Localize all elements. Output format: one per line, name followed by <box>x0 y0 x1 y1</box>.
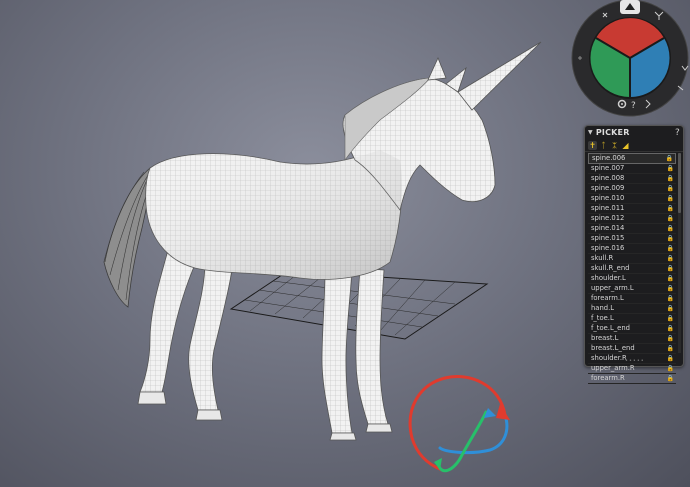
bone-label: shoulder.R <box>591 354 627 362</box>
bone-label: spine.008 <box>591 174 625 182</box>
bone-label: upper_arm.R <box>591 364 635 372</box>
list-item[interactable]: spine.009 🔒 <box>588 184 676 194</box>
picker-header[interactable]: ▼ PICKER ? <box>585 126 683 139</box>
shape-icon[interactable]: ◢ <box>621 141 630 150</box>
list-item[interactable]: spine.012 🔒 <box>588 214 676 224</box>
list-item[interactable]: skull.R 🔒 <box>588 254 676 264</box>
lock-icon[interactable]: 🔒 <box>667 184 674 193</box>
lock-icon[interactable]: 🔒 <box>667 354 674 363</box>
list-item[interactable]: upper_arm.L 🔒 <box>588 284 676 294</box>
picker-title: PICKER <box>595 128 630 137</box>
help-icon[interactable]: ? <box>631 101 636 111</box>
list-item[interactable]: spine.006 🔒 <box>588 153 676 164</box>
scrollbar[interactable] <box>678 153 681 353</box>
collapse-triangle-icon[interactable]: ▼ <box>588 129 593 136</box>
list-item[interactable]: shoulder.L 🔒 <box>588 274 676 284</box>
lock-icon[interactable]: 🔒 <box>667 294 674 303</box>
list-item[interactable]: spine.016 🔒 <box>588 244 676 254</box>
bone-label: forearm.R <box>591 374 625 382</box>
pie-menu-graphic: ? <box>571 0 689 117</box>
bone-label: spine.009 <box>591 184 625 192</box>
lock-icon[interactable]: 🔒 <box>667 274 674 283</box>
bone-label: skull.R <box>591 254 614 262</box>
top-view-icon[interactable] <box>620 0 640 14</box>
bone-label: hand.L <box>591 304 615 312</box>
list-item[interactable]: spine.011 🔒 <box>588 204 676 214</box>
bone-chain-icon[interactable]: ᛯ <box>610 141 619 150</box>
list-item[interactable]: spine.014 🔒 <box>588 224 676 234</box>
list-item[interactable]: f_toe.L 🔒 <box>588 314 676 324</box>
lock-icon[interactable]: 🔒 <box>667 214 674 223</box>
list-item[interactable]: forearm.R 🔒 <box>588 374 676 384</box>
list-item[interactable]: breast.L 🔒 <box>588 334 676 344</box>
list-item[interactable]: spine.008 🔒 <box>588 174 676 184</box>
bone-label: spine.006 <box>592 154 626 162</box>
list-item[interactable]: spine.015 🔒 <box>588 234 676 244</box>
lock-icon[interactable]: 🔒 <box>667 364 674 373</box>
lock-icon[interactable]: 🔒 <box>667 254 674 263</box>
lock-icon[interactable]: 🔒 <box>667 204 674 213</box>
resize-handle[interactable]: ••••• <box>625 358 645 364</box>
lock-icon[interactable]: 🔒 <box>667 304 674 313</box>
bone-label: breast.L_end <box>591 344 635 352</box>
list-item[interactable]: hand.L 🔒 <box>588 304 676 314</box>
lock-icon[interactable]: 🔒 <box>667 174 674 183</box>
bone-label: f_toe.L_end <box>591 324 630 332</box>
list-item[interactable]: forearm.L 🔒 <box>588 294 676 304</box>
list-item[interactable]: breast.L_end 🔒 <box>588 344 676 354</box>
bone-label: shoulder.L <box>591 274 626 282</box>
bone-label: spine.014 <box>591 224 625 232</box>
list-item[interactable]: spine.007 🔒 <box>588 164 676 174</box>
lock-icon[interactable]: 🔒 <box>667 334 674 343</box>
lock-icon[interactable]: 🔒 <box>667 324 674 333</box>
list-item[interactable]: upper_arm.R 🔒 <box>588 364 676 374</box>
lock-icon[interactable]: 🔒 <box>667 234 674 243</box>
bone-label: upper_arm.L <box>591 284 634 292</box>
picker-panel[interactable]: ▼ PICKER ? ✝ ᛏ ᛯ ◢ spine.006 🔒 spine.007 🔒 s… <box>584 125 684 384</box>
bone-label: spine.016 <box>591 244 625 252</box>
bone-label: spine.007 <box>591 164 625 172</box>
bone-label: spine.012 <box>591 214 625 222</box>
picker-toolbar: ✝ ᛏ ᛯ ◢ <box>585 139 683 152</box>
list-item[interactable]: spine.010 🔒 <box>588 194 676 204</box>
lock-icon[interactable]: 🔒 <box>667 314 674 323</box>
pie-menu[interactable]: ? <box>570 0 690 118</box>
bone-label: spine.010 <box>591 194 625 202</box>
list-item[interactable]: f_toe.L_end 🔒 <box>588 324 676 334</box>
lock-icon[interactable]: 🔒 <box>667 194 674 203</box>
bone-select-icon[interactable]: ✝ <box>588 140 597 150</box>
lock-icon[interactable]: 🔒 <box>667 264 674 273</box>
unicorn-tail <box>103 167 151 308</box>
list-item[interactable]: skull.R_end 🔒 <box>588 264 676 274</box>
bone-list: spine.006 🔒 spine.007 🔒 spine.008 🔒 spine.009 🔒… <box>588 153 676 384</box>
bone-label: spine.015 <box>591 234 625 242</box>
bone-label: spine.011 <box>591 204 625 212</box>
bone-label: breast.L <box>591 334 619 342</box>
lock-icon[interactable]: 🔒 <box>667 224 674 233</box>
bone-label: f_toe.L <box>591 314 614 322</box>
lock-icon[interactable]: 🔒 <box>667 244 674 253</box>
lock-icon[interactable]: 🔒 <box>667 164 674 173</box>
bone-label: forearm.L <box>591 294 624 302</box>
lock-icon[interactable]: 🔒 <box>667 344 674 353</box>
scrollbar-thumb[interactable] <box>678 153 681 213</box>
help-icon[interactable]: ? <box>675 128 680 138</box>
transform-gizmo[interactable] <box>408 375 510 473</box>
lock-icon[interactable]: 🔒 <box>667 284 674 293</box>
bone-pin-icon[interactable]: ᛏ <box>599 141 608 150</box>
bone-label: skull.R_end <box>591 264 630 272</box>
lock-icon[interactable]: 🔒 <box>667 374 674 383</box>
lock-icon[interactable]: 🔒 <box>666 154 673 163</box>
